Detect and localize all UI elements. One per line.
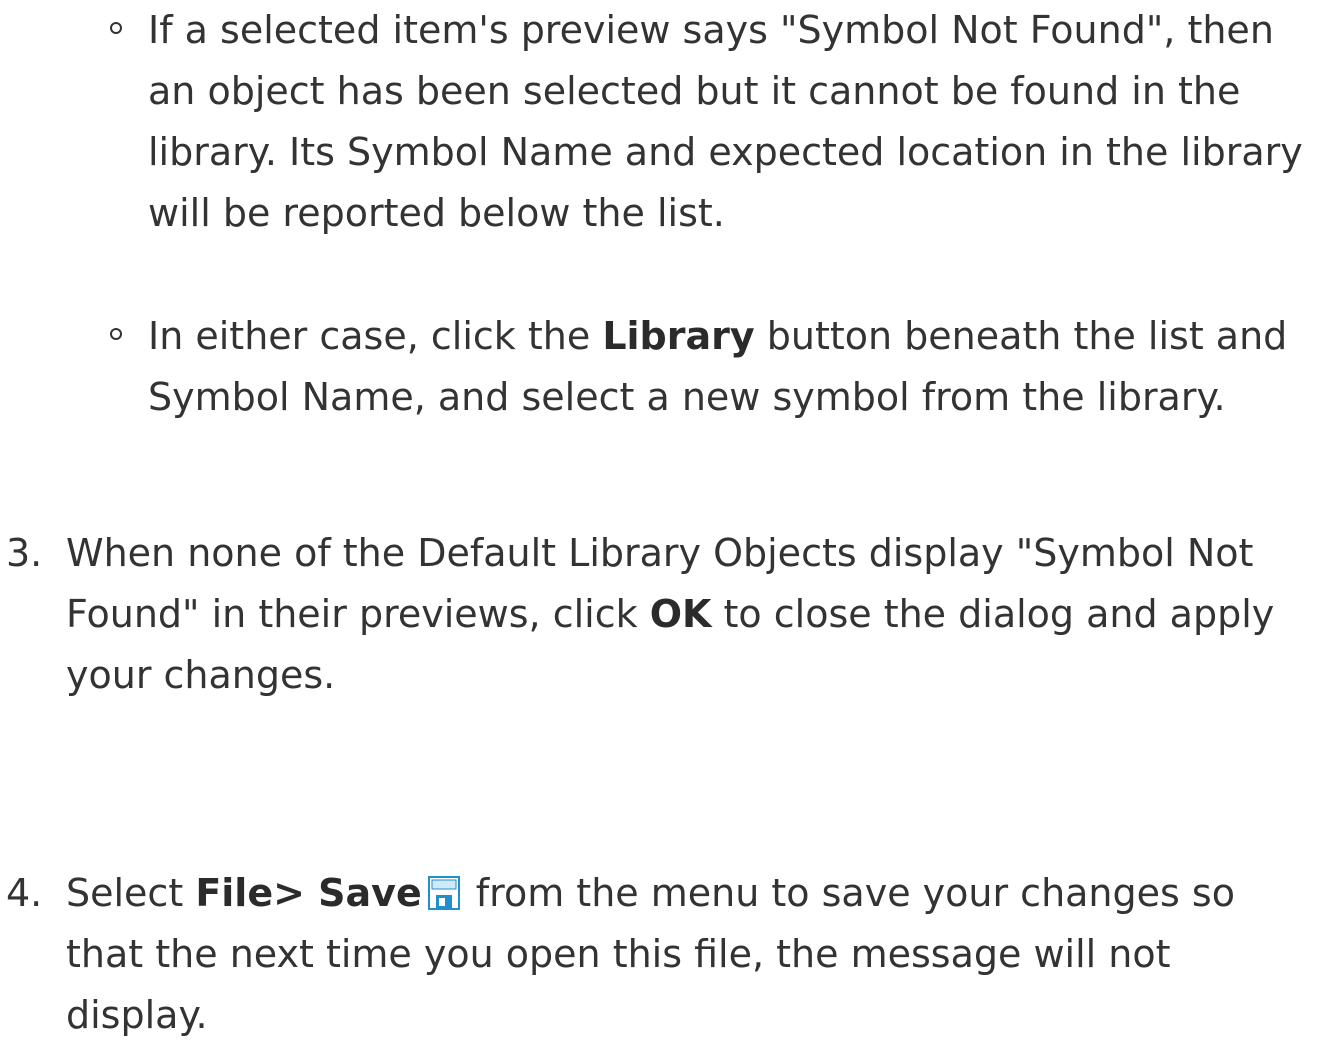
- bullet-marker: [110, 328, 122, 340]
- save-icon: [427, 876, 460, 910]
- step-item: 3. When none of the Default Library Obje…: [6, 523, 1306, 706]
- sub-list-item: In either case, click the Library button…: [110, 306, 1308, 428]
- ok-button-reference: OK: [649, 592, 712, 636]
- bullet-marker: [110, 22, 122, 34]
- step-number: 3.: [6, 531, 43, 575]
- library-button-reference: Library: [602, 314, 755, 358]
- sub-list-item: If a selected item's preview says "Symbo…: [110, 0, 1308, 244]
- file-save-menu-reference: File> Save: [195, 871, 422, 915]
- step-item: 4. Select File> Save from the menu to sa…: [6, 863, 1306, 1046]
- sub-list-item-text: If a selected item's preview says "Symbo…: [148, 8, 1303, 235]
- step-number: 4.: [6, 871, 43, 915]
- sub-list-item-text: In either case, click the: [148, 314, 603, 358]
- step-text: Select: [66, 871, 196, 915]
